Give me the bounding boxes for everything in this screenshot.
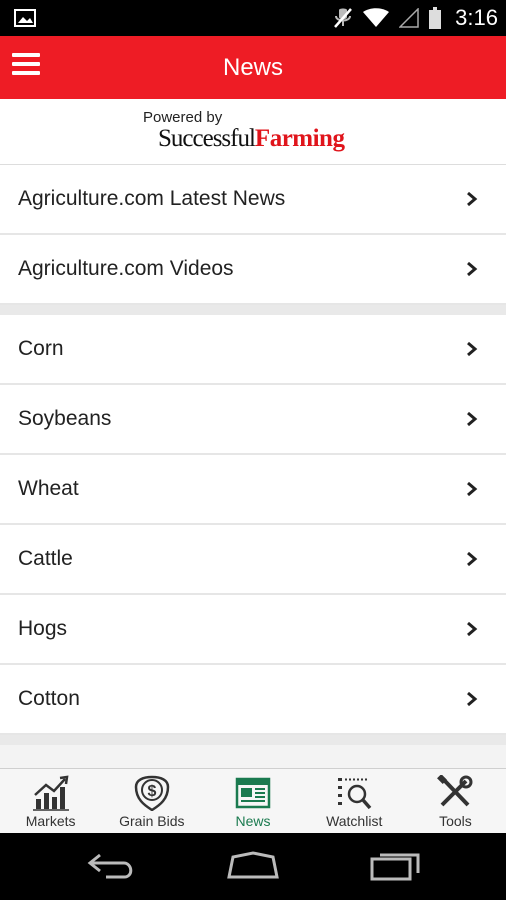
app-bar: News [0, 36, 506, 99]
list-item-wheat[interactable]: Wheat [0, 455, 506, 525]
nav-tools[interactable]: Tools [405, 769, 506, 833]
list-item-label: Agriculture.com Latest News [18, 187, 286, 210]
list-item-corn[interactable]: Corn [0, 315, 506, 385]
recent-apps-icon[interactable] [370, 849, 422, 881]
markets-chart-icon [32, 775, 69, 811]
svg-text:$: $ [147, 783, 156, 800]
list-item-hogs[interactable]: Hogs [0, 595, 506, 665]
gallery-notification-icon [14, 9, 36, 27]
list-item-label: Cattle [18, 547, 73, 570]
nav-markets[interactable]: Markets [0, 769, 101, 833]
nav-label: News [235, 813, 271, 829]
list-item-latest-news[interactable]: Agriculture.com Latest News [0, 165, 506, 235]
list-item-label: Wheat [18, 477, 79, 500]
watchlist-search-icon [338, 778, 372, 810]
list-item-label: Cotton [18, 687, 80, 710]
nav-label: Markets [25, 813, 76, 829]
tools-icon [437, 775, 473, 807]
brand-banner: Powered by SuccessfulFarming [0, 99, 506, 165]
list-item-videos[interactable]: Agriculture.com Videos [0, 235, 506, 305]
nav-label: Grain Bids [119, 813, 185, 829]
status-bar: 3:16 [0, 0, 506, 36]
successful-farming-logo: SuccessfulFarming [158, 123, 345, 153]
back-icon[interactable] [86, 849, 138, 881]
hamburger-menu-icon[interactable] [12, 53, 40, 81]
newspaper-icon [235, 777, 271, 809]
list-item-label: Hogs [18, 617, 68, 640]
list-item-label: Agriculture.com Videos [18, 257, 234, 280]
list-item-soybeans[interactable]: Soybeans [0, 385, 506, 455]
chevron-right-icon [467, 261, 478, 277]
list-item-label: Corn [18, 337, 64, 360]
list-item-label: Soybeans [18, 407, 112, 430]
system-nav-bar [0, 833, 506, 900]
brand-part1: Successful [158, 125, 256, 152]
status-icons: 3:16 [333, 0, 498, 36]
nav-label: Watchlist [326, 813, 383, 829]
nav-label: Tools [439, 813, 472, 829]
grain-bids-dollar-icon: $ [134, 775, 170, 811]
chevron-right-icon [467, 341, 478, 357]
chevron-right-icon [467, 191, 478, 207]
chevron-right-icon [467, 411, 478, 427]
group-divider [0, 735, 506, 745]
mute-icon [334, 8, 353, 28]
bottom-nav: Markets $ Grain Bids News Watchlist Tool… [0, 768, 506, 833]
chevron-right-icon [467, 481, 478, 497]
list-item-cattle[interactable]: Cattle [0, 525, 506, 595]
battery-icon [429, 7, 442, 29]
list-item-cotton[interactable]: Cotton [0, 665, 506, 735]
chevron-right-icon [467, 551, 478, 567]
home-icon[interactable] [225, 849, 281, 881]
nav-watchlist[interactable]: Watchlist [304, 769, 405, 833]
page-title: News [222, 54, 283, 81]
nav-grain-bids[interactable]: $ Grain Bids [101, 769, 202, 833]
status-time: 3:16 [455, 5, 498, 30]
nav-news[interactable]: News [202, 769, 303, 833]
group-divider [0, 305, 506, 315]
signal-icon [399, 8, 419, 28]
chevron-right-icon [467, 621, 478, 637]
brand-part2: Farming [254, 125, 345, 152]
chevron-right-icon [467, 691, 478, 707]
wifi-icon [363, 8, 390, 27]
news-list: Agriculture.com Latest News Agriculture.… [0, 165, 506, 745]
